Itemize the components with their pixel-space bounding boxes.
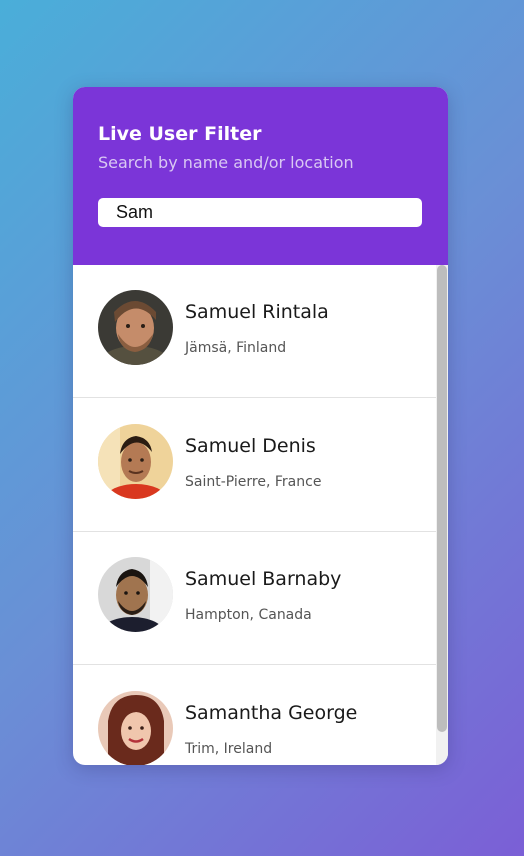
avatar [98, 424, 173, 499]
page-subtitle: Search by name and/or location [98, 153, 354, 172]
list-item[interactable]: Samuel Barnaby Hampton, Canada [73, 532, 436, 665]
list-item[interactable]: Samuel Rintala Jämsä, Finland [73, 265, 436, 398]
user-name: Samuel Denis [185, 435, 316, 457]
list-item[interactable]: Samuel Denis Saint-Pierre, France [73, 399, 436, 532]
user-name: Samuel Barnaby [185, 568, 342, 590]
user-filter-card: Live User Filter Search by name and/or l… [73, 87, 448, 765]
list-item[interactable]: Samantha George Trim, Ireland [73, 666, 436, 765]
avatar [98, 557, 173, 632]
avatar [98, 290, 173, 365]
list-scrollbar[interactable] [436, 265, 448, 765]
page-title: Live User Filter [98, 123, 262, 145]
user-location: Hampton, Canada [185, 607, 312, 623]
user-location: Saint-Pierre, France [185, 474, 322, 490]
user-location: Trim, Ireland [185, 741, 273, 757]
user-list[interactable]: Samuel Rintala Jämsä, Finland Samuel Den… [73, 265, 448, 765]
card-header: Live User Filter Search by name and/or l… [73, 87, 448, 265]
user-location: Jämsä, Finland [185, 340, 287, 356]
user-name: Samuel Rintala [185, 301, 329, 323]
scrollbar-thumb[interactable] [437, 265, 447, 732]
search-input[interactable] [98, 198, 422, 227]
user-name: Samantha George [185, 702, 358, 724]
avatar [98, 691, 173, 765]
